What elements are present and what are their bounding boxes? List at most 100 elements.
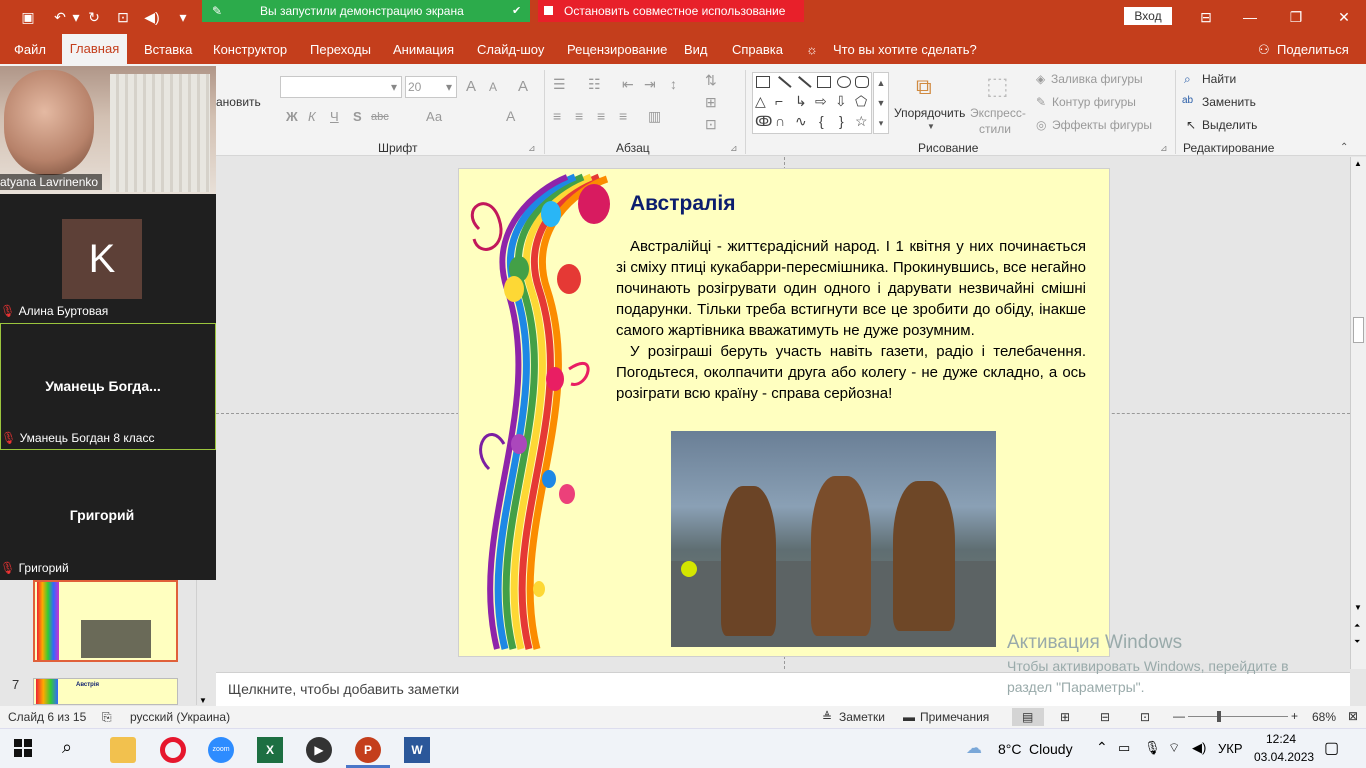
right-arrow-shape-icon[interactable]: ⇨ [815, 93, 827, 110]
input-language[interactable]: УКР [1218, 741, 1243, 756]
scroll-up-icon[interactable]: ▲ [1354, 159, 1362, 168]
tab-file[interactable]: Файл [14, 42, 46, 57]
tab-help[interactable]: Справка [732, 42, 783, 57]
bold-button[interactable]: Ж [286, 109, 298, 124]
present-icon[interactable]: ⊡ [113, 7, 133, 27]
change-case-button[interactable]: Аа [426, 109, 442, 124]
slide-body-text[interactable]: Австралійці - життєрадісний народ. І 1 к… [616, 236, 1086, 404]
microphone-icon[interactable]: 🎙 [1144, 740, 1161, 756]
right-brace-shape-icon[interactable]: } [839, 113, 844, 129]
freeform-shape-icon[interactable]: ↂ [755, 113, 772, 130]
indent-decrease-icon[interactable]: ⇤ [622, 76, 634, 93]
participant-tile-active[interactable]: Уманець Богда... 🎙 Уманець Богдан 8 клас… [0, 323, 216, 450]
tab-design[interactable]: Конструктор [213, 42, 287, 57]
zoom-slider[interactable] [1188, 716, 1288, 717]
shapes-gallery[interactable]: △ ⌐ ↳ ⇨ ⇩ ⬠ ↂ ∩ ∿ { } ☆ [752, 72, 872, 134]
shrink-font-button[interactable]: A [489, 80, 497, 94]
columns-icon[interactable]: ▥ [648, 108, 661, 125]
vertical-scrollbar[interactable]: ▲ ▼ ⏶ ⏷ [1350, 157, 1366, 669]
dialog-launcher-icon[interactable]: ⊿ [528, 143, 536, 154]
speaker-icon[interactable]: ◀) [1192, 740, 1206, 756]
comments-toggle[interactable]: Примечания [920, 710, 989, 724]
curve-shape-icon[interactable]: ∩ [775, 113, 785, 129]
chevron-down-icon[interactable]: ▾ [70, 7, 82, 27]
scroll-down-icon[interactable]: ▼ [1354, 603, 1362, 612]
arrange-button[interactable]: Упорядочить [894, 106, 965, 120]
file-explorer-icon[interactable] [110, 737, 136, 763]
font-size-box[interactable]: 20 ▾ [405, 76, 457, 98]
slideshow-view-icon[interactable]: ⊡ [1140, 710, 1150, 724]
spellcheck-icon[interactable]: ⎘ [102, 710, 112, 725]
align-right-icon[interactable]: ≡ [597, 108, 605, 124]
minimize-icon[interactable]: — [1240, 7, 1260, 27]
clock-date[interactable]: 03.04.2023 [1254, 750, 1314, 764]
participant-tile-name[interactable]: Григорий 🎙 Григорий [0, 451, 216, 579]
line-spacing-icon[interactable]: ↕ [670, 76, 677, 92]
tab-home[interactable]: Главная [62, 34, 127, 64]
pentagon-shape-icon[interactable]: ⬠ [855, 93, 867, 110]
find-button[interactable]: Найти [1202, 72, 1236, 86]
clear-format-button[interactable]: A [518, 78, 528, 95]
next-slide-icon[interactable]: ⏷ [1354, 637, 1360, 647]
notes-toggle[interactable]: Заметки [839, 710, 885, 724]
login-button[interactable]: Вход [1124, 7, 1172, 25]
opera-icon[interactable] [160, 737, 186, 763]
shapes-scroll[interactable]: ▲ ▼ ▾ [873, 72, 889, 134]
battery-icon[interactable]: ▭ [1118, 740, 1130, 756]
connector-shape-icon[interactable]: ⌐ [775, 93, 783, 109]
triangle-shape-icon[interactable]: △ [755, 93, 766, 110]
down-arrow-shape-icon[interactable]: ⇩ [835, 93, 847, 110]
tab-slideshow[interactable]: Слайд-шоу [477, 42, 544, 57]
save-icon[interactable]: ▣ [18, 7, 38, 27]
underline-button[interactable]: Ч [330, 109, 339, 124]
star-shape-icon[interactable]: ☆ [855, 113, 868, 130]
thumb-slide-7[interactable]: Австрія [33, 678, 178, 705]
dialog-launcher-icon[interactable]: ⊿ [1160, 143, 1168, 154]
clock-time[interactable]: 12:24 [1266, 732, 1296, 746]
slide-sorter-icon[interactable]: ⊞ [1060, 710, 1070, 724]
shape-fill-button[interactable]: Заливка фигуры [1051, 72, 1143, 86]
reset-button[interactable]: ановить [216, 95, 261, 109]
font-color-button[interactable]: A [506, 108, 515, 124]
tab-animation[interactable]: Анимация [393, 42, 454, 57]
windows-start-icon[interactable] [12, 737, 38, 763]
restore-icon[interactable]: ❐ [1286, 7, 1306, 27]
share-button[interactable]: Поделиться [1277, 42, 1349, 57]
text-direction-icon[interactable]: ⇅ [705, 72, 717, 89]
left-brace-shape-icon[interactable]: { [819, 113, 824, 129]
zoom-in-icon[interactable]: + [1291, 709, 1298, 723]
shape-outline-button[interactable]: Контур фигуры [1052, 95, 1136, 109]
numbering-icon[interactable]: ☷ [588, 76, 601, 93]
connector-arrow-icon[interactable]: ↳ [795, 93, 807, 110]
participant-tile-avatar[interactable]: K 🎙 Алина Буртовая [0, 194, 216, 322]
slide[interactable]: Австралія Австралійці - життєрадісний на… [458, 168, 1110, 657]
powerpoint-icon[interactable]: P [355, 737, 381, 763]
customize-icon[interactable]: ▾ [176, 7, 190, 27]
normal-view-button[interactable]: ▤ [1012, 708, 1044, 726]
tell-me-search[interactable]: Что вы хотите сделать? [833, 42, 977, 57]
participant-tile-video[interactable]: atyana Lavrinenko [0, 66, 216, 194]
align-left-icon[interactable]: ≡ [553, 108, 561, 124]
shadow-button[interactable]: S [353, 109, 362, 124]
notifications-icon[interactable]: ▢ [1324, 738, 1339, 758]
tab-insert[interactable]: Вставка [144, 42, 192, 57]
bullets-icon[interactable]: ☰ [553, 76, 566, 93]
redo-icon[interactable]: ↻ [84, 7, 104, 27]
zoom-slider-thumb[interactable] [1217, 711, 1221, 722]
line-shape-icon[interactable] [778, 76, 792, 88]
strike-button[interactable]: abc [371, 111, 389, 123]
select-button[interactable]: Выделить [1202, 118, 1257, 132]
textbox-shape-icon[interactable] [756, 76, 770, 88]
font-family-box[interactable]: ▾ [280, 76, 402, 98]
tab-transitions[interactable]: Переходы [310, 42, 371, 57]
zoom-out-icon[interactable]: — [1173, 709, 1185, 723]
close-icon[interactable]: ✕ [1334, 7, 1354, 27]
kangaroo-costumes-photo[interactable] [671, 431, 996, 647]
thumbs-scrollbar[interactable]: ▼ [196, 580, 210, 705]
language-indicator[interactable]: русский (Украина) [130, 710, 230, 724]
search-icon[interactable]: ⌕ [62, 737, 88, 763]
word-icon[interactable]: W [404, 737, 430, 763]
reading-view-icon[interactable]: ⊟ [1100, 710, 1110, 724]
weather-temp[interactable]: 8°C [998, 741, 1022, 757]
arrow-shape-icon[interactable] [798, 76, 812, 88]
